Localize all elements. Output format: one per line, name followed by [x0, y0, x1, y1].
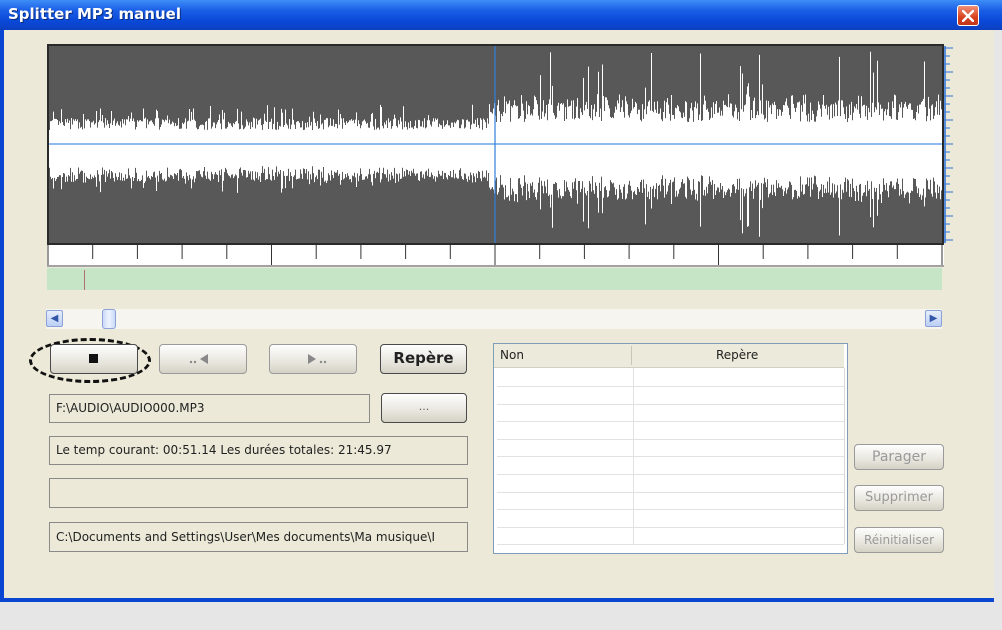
window-title: Splitter MP3 manuel — [8, 5, 181, 23]
list-header — [494, 344, 844, 368]
scroll-left-button[interactable]: ◀ — [46, 310, 63, 327]
stop-button[interactable] — [50, 344, 138, 374]
column-header-repere[interactable]: Repère — [716, 348, 758, 362]
waveform[interactable] — [49, 46, 942, 243]
level-scale — [944, 46, 953, 243]
horizontal-scrollbar[interactable] — [46, 309, 942, 329]
source-file-field[interactable]: F:\AUDIO\AUDIO000.MP3 — [49, 394, 370, 423]
next-button[interactable] — [269, 344, 357, 374]
output-folder-field[interactable]: C:\Documents and Settings\User\Mes docum… — [49, 522, 468, 552]
browse-button[interactable]: ... — [381, 393, 467, 423]
arrow-right-icon: ▶ — [929, 313, 938, 324]
scroll-thumb[interactable] — [102, 309, 116, 329]
scroll-right-button[interactable]: ▶ — [925, 310, 942, 327]
add-marker-button[interactable]: Repère — [380, 344, 467, 374]
time-info-field: Le temp courant: 00:51.14 Les durées tot… — [49, 436, 468, 465]
empty-field[interactable] — [49, 478, 468, 508]
previous-button[interactable] — [159, 344, 247, 374]
rewind-icon — [189, 354, 208, 364]
reset-button[interactable]: Réinitialiser — [854, 527, 944, 553]
timeline-marker — [84, 270, 85, 290]
close-icon — [962, 10, 974, 22]
close-button[interactable] — [957, 5, 979, 26]
delete-button[interactable]: Supprimer — [854, 485, 944, 511]
arrow-left-icon: ◀ — [50, 313, 59, 324]
title-bar[interactable]: Splitter MP3 manuel — [0, 0, 1002, 30]
time-ruler[interactable] — [47, 245, 944, 267]
forward-icon — [308, 354, 327, 364]
marker-timeline[interactable] — [47, 268, 942, 290]
marker-list[interactable] — [493, 343, 848, 554]
column-header-non[interactable]: Non — [500, 348, 524, 362]
split-button[interactable]: Parager — [854, 444, 944, 470]
stop-icon — [89, 354, 98, 363]
